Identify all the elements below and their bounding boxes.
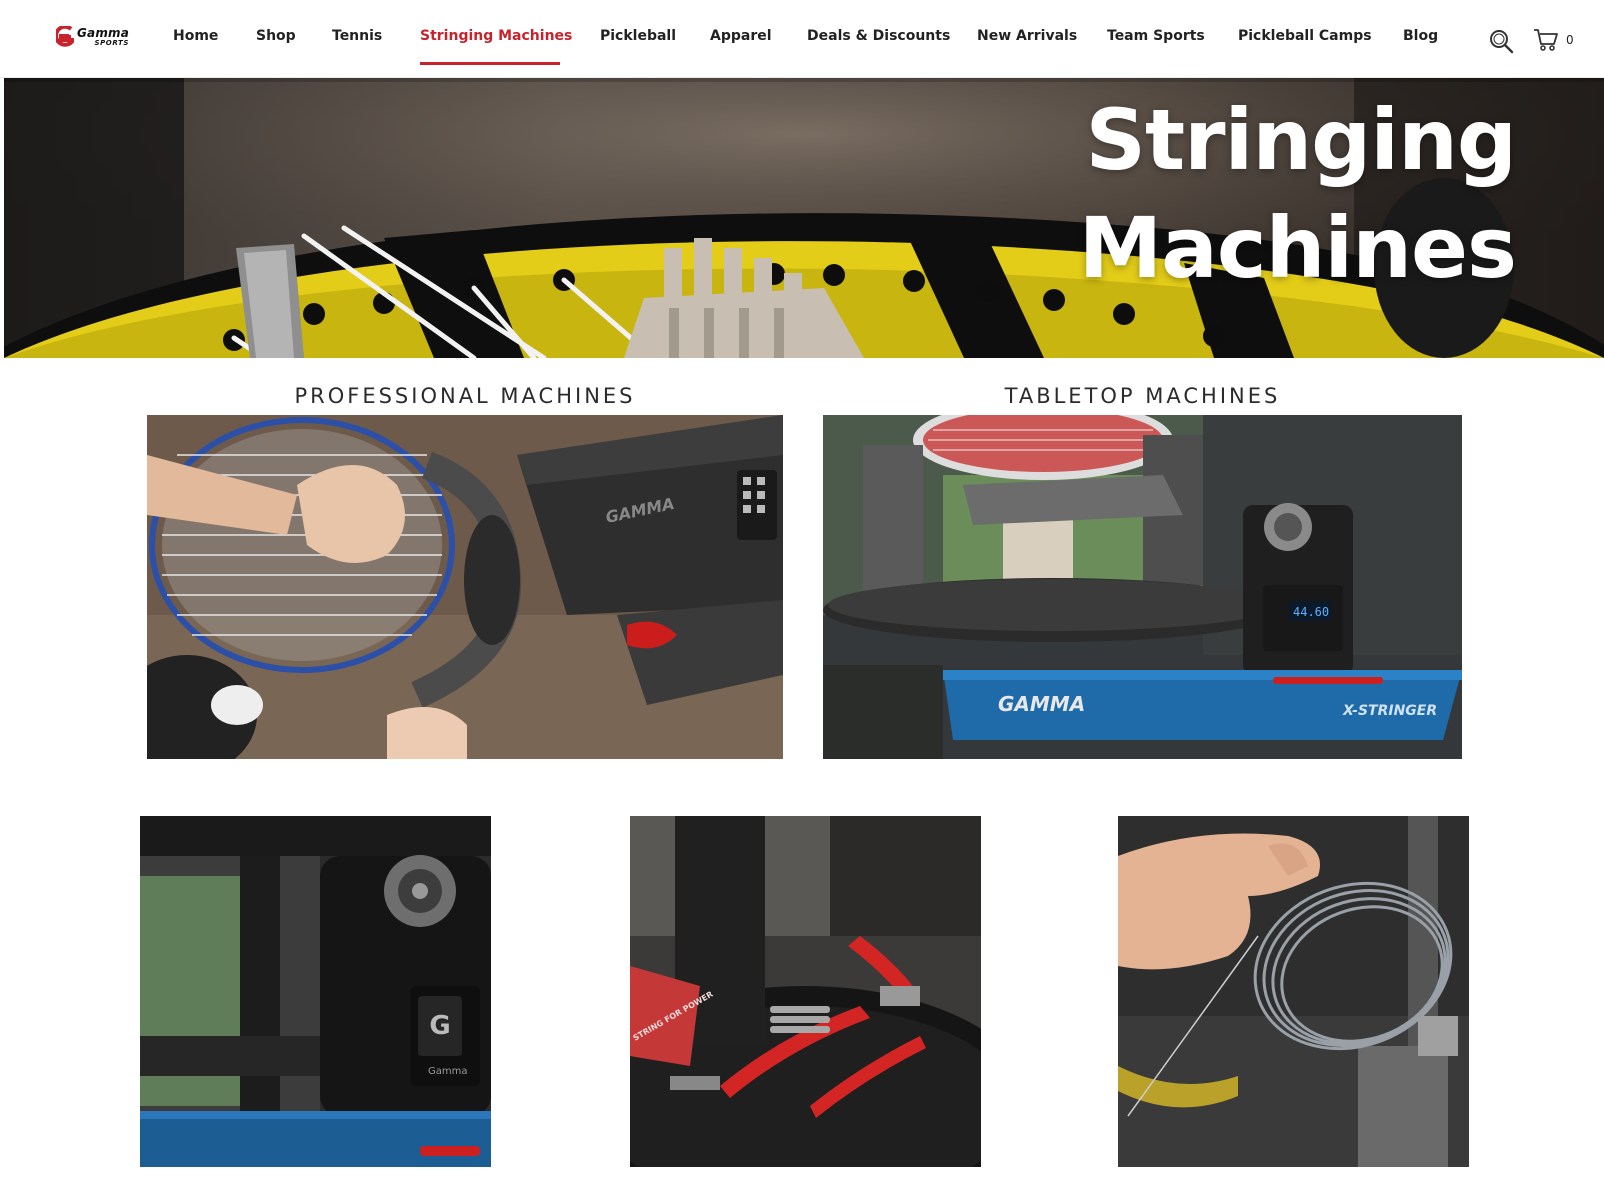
- nav-item-team-sports[interactable]: Team Sports: [1107, 28, 1205, 44]
- nav-item-deals-discounts[interactable]: Deals & Discounts: [807, 28, 950, 44]
- hero-title: Stringing Machines: [1078, 86, 1517, 302]
- cart-button[interactable]: [1532, 27, 1560, 53]
- logo-tagline: SPORTS: [94, 39, 130, 47]
- string-coil-image: [1118, 816, 1469, 1167]
- nav-item-shop[interactable]: Shop: [256, 28, 296, 44]
- tabletop-machines-heading[interactable]: TABLETOP MACHINES: [823, 384, 1462, 408]
- cart-count: 0: [1566, 33, 1574, 47]
- active-nav-indicator: [420, 62, 560, 65]
- professional-machines-image: GAMMA: [147, 415, 783, 759]
- search-icon: [1490, 30, 1514, 54]
- gallery-image-3[interactable]: [1118, 816, 1469, 1167]
- nav-item-pickleball[interactable]: Pickleball: [600, 28, 676, 44]
- nav-item-stringing-machines[interactable]: Stringing Machines: [420, 28, 572, 44]
- tabletop-machines-tile[interactable]: 44.60 GAMMA X-STRINGER: [823, 415, 1462, 759]
- tension-display: 44.60: [1293, 605, 1329, 619]
- logo-wordmark: Gamma: [77, 26, 130, 40]
- tension-head-image: G Gamma: [140, 816, 491, 1167]
- brand-logo[interactable]: Gamma SPORTS: [56, 24, 138, 50]
- cart-icon: [1534, 29, 1558, 51]
- hero-banner: Stringing Machines: [4, 78, 1604, 358]
- tabletop-machines-image: 44.60 GAMMA X-STRINGER: [823, 415, 1462, 759]
- gallery-image-1[interactable]: G Gamma: [140, 816, 491, 1167]
- nav-item-pickleball-camps[interactable]: Pickleball Camps: [1238, 28, 1372, 44]
- search-button[interactable]: [1488, 28, 1514, 54]
- hero-title-line1: Stringing: [1085, 91, 1517, 189]
- professional-machines-heading[interactable]: PROFESSIONAL MACHINES: [147, 384, 783, 408]
- professional-machines-tile[interactable]: GAMMA: [147, 415, 783, 759]
- hero-title-line2: Machines: [1078, 199, 1517, 297]
- site-header: Gamma SPORTS Home Shop Tennis Stringing …: [0, 0, 1604, 78]
- head-logo-glyph: G: [429, 1011, 450, 1041]
- nav-item-tennis[interactable]: Tennis: [332, 28, 382, 44]
- tabletop-product-label: X-STRINGER: [1342, 703, 1437, 719]
- stringing-tools-image: STRING FOR POWER: [630, 816, 981, 1167]
- tabletop-brand-label: GAMMA: [998, 692, 1085, 716]
- nav-item-home[interactable]: Home: [173, 28, 218, 44]
- nav-item-blog[interactable]: Blog: [1403, 28, 1438, 44]
- nav-item-apparel[interactable]: Apparel: [710, 28, 772, 44]
- nav-item-new-arrivals[interactable]: New Arrivals: [977, 28, 1077, 44]
- logo-mark-icon: [56, 26, 74, 47]
- head-brand-label: Gamma: [428, 1066, 468, 1077]
- gallery-image-2[interactable]: STRING FOR POWER: [630, 816, 981, 1167]
